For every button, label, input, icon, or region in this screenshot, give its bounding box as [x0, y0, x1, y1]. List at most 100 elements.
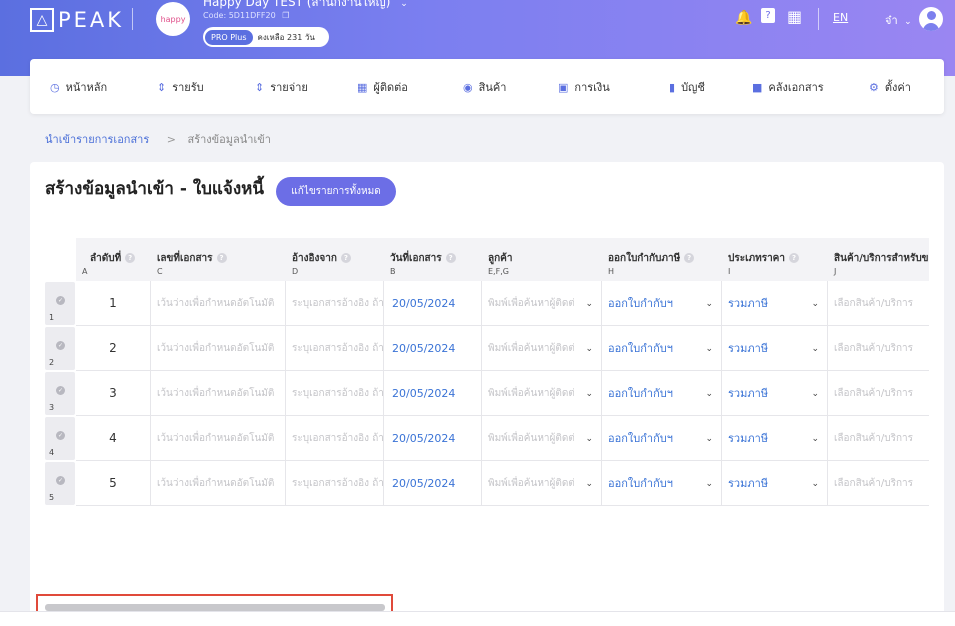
reference-input[interactable]: ระบุเอกสารอ้างอิง ถ้ามี [286, 461, 384, 506]
chevron-down-icon: ⌄ [811, 434, 819, 444]
check-icon: ✓ [56, 386, 65, 395]
user-menu[interactable]: จ๋า ⌄ [885, 11, 912, 29]
row-handle[interactable]: ✓ 4 [45, 417, 75, 460]
chevron-down-icon: ⌄ [585, 479, 593, 489]
price-type-select[interactable]: รวมภาษี ⌄ [722, 281, 828, 326]
logo-mark-icon: △ [30, 8, 54, 32]
avatar[interactable] [919, 7, 943, 31]
product-select[interactable]: เลือกสินค้า/บริการ [828, 371, 929, 416]
customer-select[interactable]: พิมพ์เพื่อค้นหาผู้ติดต่อ ⌄ [482, 281, 602, 326]
chevron-down-icon: ⌄ [811, 389, 819, 399]
plan-badge[interactable]: PRO Plus คงเหลือ 231 วัน [203, 27, 329, 47]
peak-logo[interactable]: △ PEAK [30, 8, 124, 32]
nav-item-finance[interactable]: ▣ การเงิน [558, 78, 610, 96]
seq-cell[interactable]: 5 [76, 461, 151, 506]
col-header-reference: อ้างอิงจาก? D [286, 238, 384, 281]
doc-no-input[interactable]: เว้นว่างเพื่อกำหนดอัตโนมัติ [151, 416, 286, 461]
apps-grid-icon[interactable]: ▦ [787, 7, 802, 26]
plan-tag: PRO Plus [205, 29, 253, 45]
col-header-tax-invoice: ออกใบกำกับภาษี? H [602, 238, 722, 281]
row-number: 5 [49, 493, 55, 502]
check-icon: ✓ [56, 341, 65, 350]
product-select[interactable]: เลือกสินค้า/บริการ [828, 461, 929, 506]
breadcrumb: นำเข้ารายการเอกสาร > สร้างข้อมูลนำเข้า [45, 130, 271, 148]
customer-select[interactable]: พิมพ์เพื่อค้นหาผู้ติดต่อ ⌄ [482, 416, 602, 461]
check-icon: ✓ [56, 476, 65, 485]
table-row: ✓ 1 1 เว้นว่างเพื่อกำหนดอัตโนมัติ ระบุเอ… [45, 281, 929, 326]
company-logo[interactable]: happy [156, 2, 190, 36]
product-select[interactable]: เลือกสินค้า/บริการ [828, 281, 929, 326]
doc-no-input[interactable]: เว้นว่างเพื่อกำหนดอัตโนมัติ [151, 326, 286, 371]
doc-no-input[interactable]: เว้นว่างเพื่อกำหนดอัตโนมัติ [151, 281, 286, 326]
nav-item-home[interactable]: ◷ หน้าหลัก [50, 78, 107, 96]
reference-input[interactable]: ระบุเอกสารอ้างอิง ถ้ามี [286, 371, 384, 416]
chevron-down-icon: ⌄ [705, 344, 713, 354]
header-divider-2 [818, 8, 819, 30]
row-handle[interactable]: ✓ 5 [45, 462, 75, 505]
help-icon: ? [340, 253, 351, 263]
row-handle[interactable]: ✓ 2 [45, 327, 75, 370]
user-name: จ๋า [885, 14, 898, 27]
language-switch[interactable]: EN [833, 11, 848, 24]
breadcrumb-current: สร้างข้อมูลนำเข้า [187, 133, 271, 146]
row-handle[interactable]: ✓ 1 [45, 282, 75, 325]
product-select[interactable]: เลือกสินค้า/บริการ [828, 416, 929, 461]
customer-select[interactable]: พิมพ์เพื่อค้นหาผู้ติดต่อ ⌄ [482, 371, 602, 416]
doc-date-input[interactable]: 20/05/2024 [384, 461, 482, 506]
breadcrumb-parent[interactable]: นำเข้ารายการเอกสาร [45, 133, 149, 146]
tax-invoice-select[interactable]: ออกใบกำกับฯ ⌄ [602, 416, 722, 461]
nav-item-accounting[interactable]: ▮ บัญชี [669, 78, 705, 96]
table-row: ✓ 3 3 เว้นว่างเพื่อกำหนดอัตโนมัติ ระบุเอ… [45, 371, 929, 416]
col-header-customer: ลูกค้า E,F,G [488, 253, 513, 276]
bell-icon[interactable]: 🔔 [735, 10, 752, 26]
seq-cell[interactable]: 4 [76, 416, 151, 461]
col-header-price-type: ประเภทราคา? I [722, 238, 828, 281]
price-type-select[interactable]: รวมภาษี ⌄ [722, 326, 828, 371]
col-header-doc-date: วันที่เอกสาร? B [384, 238, 482, 281]
chevron-down-icon: ⌄ [705, 434, 713, 444]
doc-date-input[interactable]: 20/05/2024 [384, 326, 482, 371]
nav-item-income[interactable]: ⇕ รายรับ [157, 78, 204, 96]
nav-item-contacts[interactable]: ▦ ผู้ติดต่อ [357, 78, 408, 96]
price-type-select[interactable]: รวมภาษี ⌄ [722, 416, 828, 461]
help-icon[interactable]: ? [761, 8, 775, 23]
tax-invoice-select[interactable]: ออกใบกำกับฯ ⌄ [602, 461, 722, 506]
seq-cell[interactable]: 2 [76, 326, 151, 371]
price-type-select[interactable]: รวมภาษี ⌄ [722, 461, 828, 506]
row-number: 2 [49, 358, 55, 367]
price-type-select[interactable]: รวมภาษี ⌄ [722, 371, 828, 416]
customer-select[interactable]: พิมพ์เพื่อค้นหาผู้ติดต่อ ⌄ [482, 326, 602, 371]
chevron-down-icon: ⌄ [585, 389, 593, 399]
nav-item-expense[interactable]: ⇕ รายจ่าย [255, 78, 308, 96]
chevron-down-icon: ⌄ [585, 299, 593, 309]
seq-cell[interactable]: 3 [76, 371, 151, 416]
table-header: ลำดับที่? A เลขที่เอกสาร? C อ้างอิงจาก? … [76, 238, 929, 281]
edit-all-button[interactable]: แก้ไขรายการทั้งหมด [276, 177, 396, 206]
page-title: สร้างข้อมูลนำเข้า - ใบแจ้งหนี้ [45, 179, 264, 199]
nav-item-products[interactable]: ◉ สินค้า [463, 78, 506, 96]
tax-invoice-select[interactable]: ออกใบกำกับฯ ⌄ [602, 326, 722, 371]
doc-date-input[interactable]: 20/05/2024 [384, 281, 482, 326]
doc-date-input[interactable]: 20/05/2024 [384, 371, 482, 416]
customer-select[interactable]: พิมพ์เพื่อค้นหาผู้ติดต่อ ⌄ [482, 461, 602, 506]
reference-input[interactable]: ระบุเอกสารอ้างอิง ถ้ามี [286, 326, 384, 371]
copy-icon[interactable]: ❐ [282, 11, 289, 20]
nav-item-settings[interactable]: ⚙ ตั้งค่า [869, 78, 911, 96]
doc-no-input[interactable]: เว้นว่างเพื่อกำหนดอัตโนมัติ [151, 461, 286, 506]
reference-input[interactable]: ระบุเอกสารอ้างอิง ถ้ามี [286, 416, 384, 461]
product-select[interactable]: เลือกสินค้า/บริการ [828, 326, 929, 371]
row-handle[interactable]: ✓ 3 [45, 372, 75, 415]
help-icon: ? [216, 253, 227, 263]
doc-date-input[interactable]: 20/05/2024 [384, 416, 482, 461]
col-header-product: สินค้า/บริการสำหรับขาย J [834, 253, 929, 276]
tax-invoice-select[interactable]: ออกใบกำกับฯ ⌄ [602, 371, 722, 416]
reference-input[interactable]: ระบุเอกสารอ้างอิง ถ้ามี [286, 281, 384, 326]
nav-item-documents[interactable]: ■ คลังเอกสาร [752, 78, 824, 96]
tax-invoice-select[interactable]: ออกใบกำกับฯ ⌄ [602, 281, 722, 326]
chevron-down-icon: ⌄ [705, 299, 713, 309]
col-header-doc-no: เลขที่เอกสาร? C [151, 238, 286, 281]
chevron-down-icon: ⌄ [904, 17, 912, 27]
seq-cell[interactable]: 1 [76, 281, 151, 326]
expense-icon: ⇕ [255, 80, 265, 94]
doc-no-input[interactable]: เว้นว่างเพื่อกำหนดอัตโนมัติ [151, 371, 286, 416]
